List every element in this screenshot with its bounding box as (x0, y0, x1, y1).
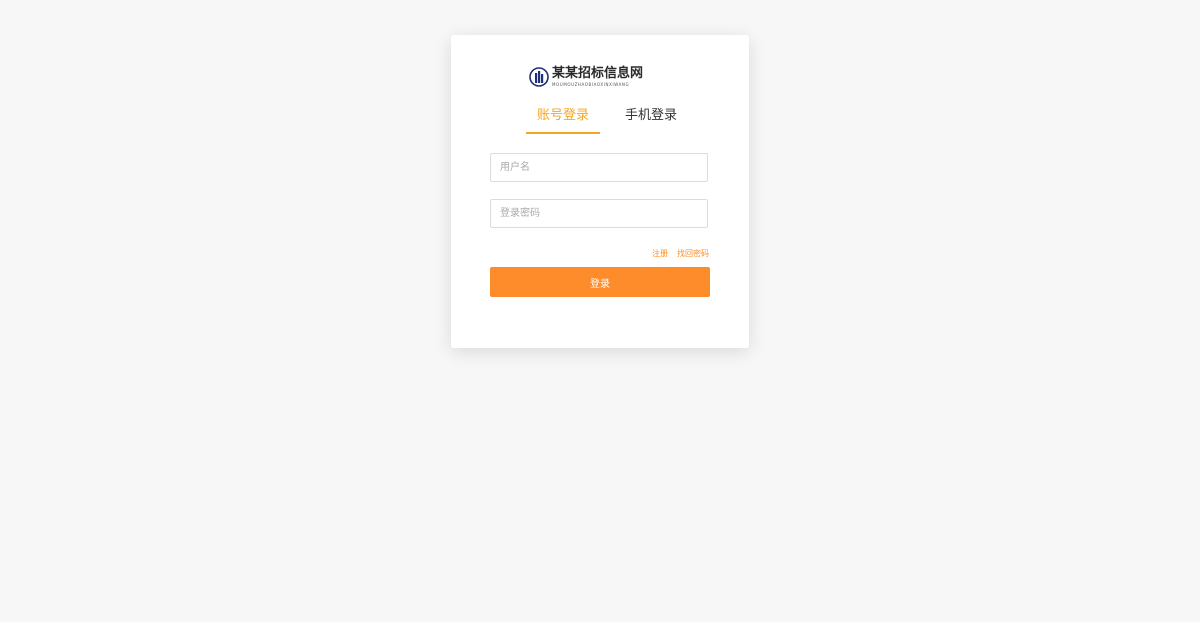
site-logo: 某某招标信息网 MOUMOUZHAOBIAOXINXIWANG (529, 66, 643, 87)
login-button[interactable]: 登录 (490, 267, 710, 297)
login-tabs: 账号登录 手机登录 (526, 105, 688, 134)
building-logo-icon (529, 67, 549, 87)
password-input[interactable] (490, 199, 708, 228)
logo-text: 某某招标信息网 MOUMOUZHAOBIAOXINXIWANG (552, 66, 643, 87)
username-input[interactable] (490, 153, 708, 182)
login-card: 某某招标信息网 MOUMOUZHAOBIAOXINXIWANG 账号登录 手机登… (451, 35, 749, 348)
auth-links: 注册 找回密码 (652, 248, 709, 259)
forgot-password-link[interactable]: 找回密码 (677, 248, 709, 259)
site-title: 某某招标信息网 (552, 66, 644, 81)
site-subtitle: MOUMOUZHAOBIAOXINXIWANG (552, 82, 630, 87)
register-link[interactable]: 注册 (652, 248, 668, 259)
tab-phone-login[interactable]: 手机登录 (614, 105, 688, 132)
tab-account-login[interactable]: 账号登录 (526, 105, 600, 134)
